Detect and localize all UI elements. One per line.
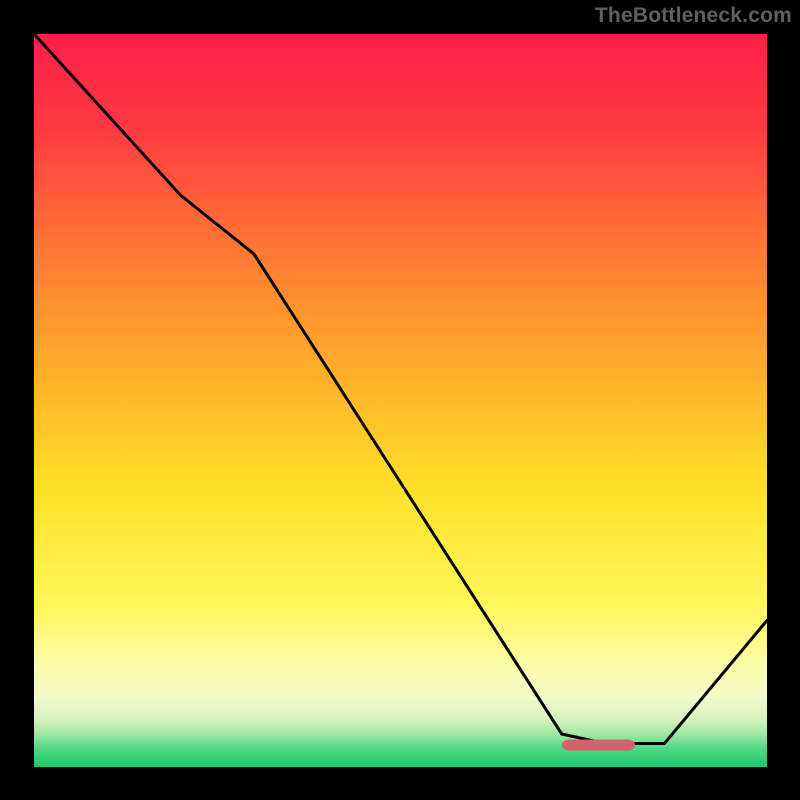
watermark-text: TheBottleneck.com <box>595 4 792 28</box>
plot-area <box>34 34 767 767</box>
chart-stage: TheBottleneck.com <box>0 0 800 800</box>
gradient-background <box>34 34 767 767</box>
optimal-marker <box>562 740 635 751</box>
chart-svg <box>34 34 767 767</box>
